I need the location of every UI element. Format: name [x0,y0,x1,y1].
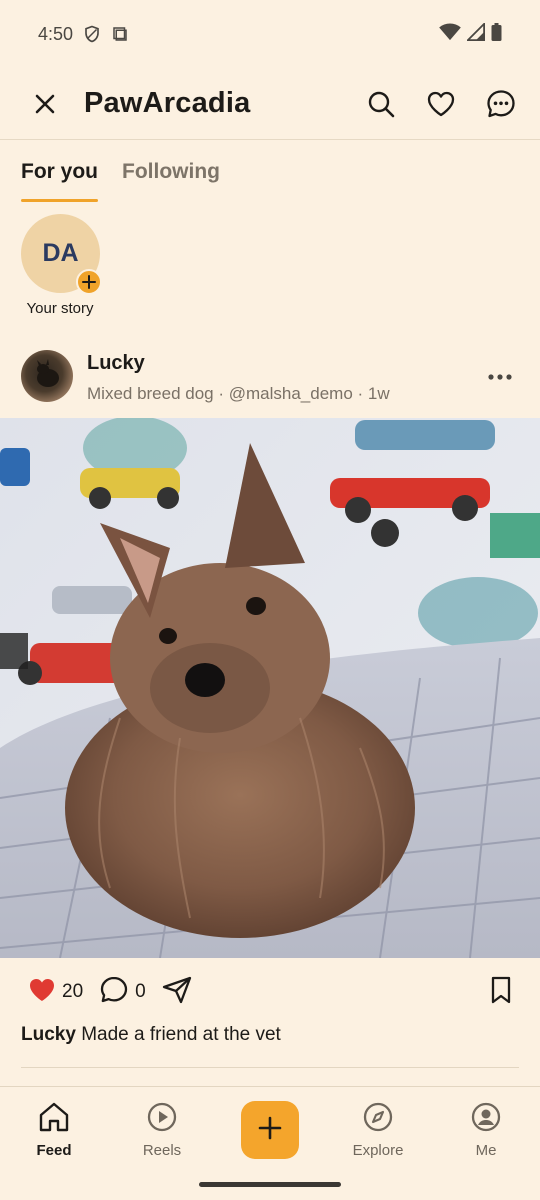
share-button[interactable] [162,976,192,1009]
plus-icon [258,1116,282,1145]
app-title: PawArcadia [84,87,251,119]
comment-icon [99,975,129,1010]
create-post-button[interactable] [241,1101,299,1159]
wifi-icon [439,22,461,46]
close-icon[interactable] [28,87,62,121]
post-header: Lucky Mixed breed dog · @malsha_demo · 1… [0,344,540,418]
heart-filled-icon [28,977,56,1008]
messages-icon[interactable] [484,87,518,121]
search-icon[interactable] [364,87,398,121]
story-label: Your story [26,300,94,317]
caption-author[interactable]: Lucky [21,1024,76,1045]
signal-icon [465,21,485,46]
like-count: 20 [62,981,84,1002]
nav-label-reels: Reels [142,1142,182,1159]
heart-icon[interactable] [424,87,458,121]
tab-following[interactable]: Following [122,140,220,204]
nav-label-me: Me [475,1142,497,1159]
person-icon [470,1101,502,1138]
nav-feed[interactable]: Feed [14,1101,94,1159]
bookmark-icon [490,976,512,1009]
like-button[interactable]: 20 [28,977,83,1008]
nav-me[interactable]: Me [446,1101,526,1159]
send-icon [162,976,192,1009]
nav-explore[interactable]: Explore [338,1101,418,1159]
nav-reels[interactable]: Reels [122,1101,202,1159]
home-indicator[interactable] [199,1182,341,1187]
stories-row: DA Your story [21,214,121,317]
post-subtitle: Mixed breed dog · @malsha_demo · 1w [87,384,390,403]
feed-tabs: For you Following [0,140,540,204]
post-actions: 20 0 [0,968,540,1016]
nav-create[interactable] [230,1101,310,1159]
story-initials: DA [42,239,79,267]
app-bar: PawArcadia [0,68,540,140]
shield-icon [83,25,101,43]
add-story-icon[interactable] [76,269,102,295]
status-time: 4:50 [38,23,74,44]
nav-label-explore: Explore [352,1142,404,1159]
bookmark-button[interactable] [490,976,512,1009]
compass-icon [362,1101,394,1138]
screenshot-icon [111,25,129,43]
status-bar: 4:50 [0,0,540,68]
avatar[interactable] [21,350,73,402]
divider [21,1067,519,1068]
caption-text: Made a friend at the vet [81,1024,281,1045]
post-photo[interactable] [0,418,540,958]
play-icon [146,1101,178,1138]
battery-icon [491,22,502,46]
nav-label-feed: Feed [36,1142,72,1159]
home-icon [37,1101,71,1138]
post-caption: Lucky Made a friend at the vet [21,1024,281,1046]
comment-count: 0 [135,981,146,1002]
more-options-icon[interactable] [488,368,512,386]
post-author[interactable]: Lucky [87,352,390,375]
tab-for-you[interactable]: For you [21,140,98,204]
comment-button[interactable]: 0 [99,975,146,1010]
story-avatar-your-story[interactable]: DA [21,214,102,295]
